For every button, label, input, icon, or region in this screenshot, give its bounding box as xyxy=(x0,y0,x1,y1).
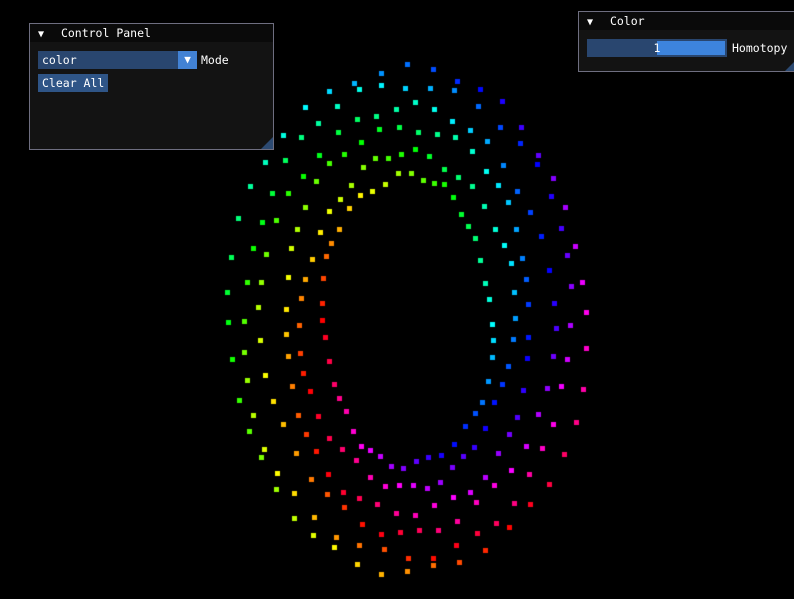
clear-all-button[interactable]: Clear All xyxy=(38,74,109,92)
color-panel-window[interactable]: ▼ Color 1 Homotopy xyxy=(578,11,794,72)
resize-grip-icon[interactable] xyxy=(785,59,794,71)
control-panel-window[interactable]: ▼ Control Panel color ▼ Mode Clear All xyxy=(29,23,274,150)
collapse-triangle-icon[interactable]: ▼ xyxy=(587,14,601,32)
resize-grip-icon[interactable] xyxy=(261,137,273,149)
dropdown-triangle-icon[interactable]: ▼ xyxy=(178,51,197,69)
homotopy-label: Homotopy xyxy=(732,41,788,55)
collapse-triangle-icon[interactable]: ▼ xyxy=(38,26,52,44)
color-panel-titlebar[interactable]: ▼ Color xyxy=(579,12,794,30)
homotopy-slider[interactable]: 1 xyxy=(587,39,727,57)
color-panel-title: Color xyxy=(609,14,645,28)
mode-label: Mode xyxy=(201,53,229,67)
homotopy-value: 1 xyxy=(653,41,661,55)
control-panel-titlebar[interactable]: ▼ Control Panel xyxy=(30,24,273,42)
control-panel-title: Control Panel xyxy=(60,26,151,40)
mode-combo-value[interactable]: color xyxy=(38,51,178,69)
